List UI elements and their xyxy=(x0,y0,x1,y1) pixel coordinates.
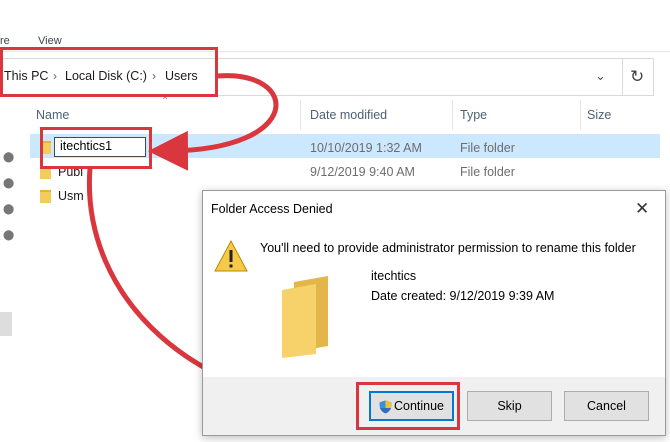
dialog-title: Folder Access Denied xyxy=(211,202,333,216)
cancel-button[interactable]: Cancel xyxy=(564,391,649,421)
folder-icon xyxy=(282,276,328,358)
warning-icon xyxy=(214,239,248,272)
dialog-message: You'll need to provide administrator per… xyxy=(260,241,636,255)
annotation-box-continue xyxy=(356,382,460,430)
skip-button[interactable]: Skip xyxy=(467,391,552,421)
folder-name: itechtics xyxy=(371,269,417,283)
folder-date-created: Date created: 9/12/2019 9:39 AM xyxy=(371,289,555,303)
close-icon[interactable]: ✕ xyxy=(635,199,649,219)
arrow-to-rename xyxy=(148,73,279,171)
